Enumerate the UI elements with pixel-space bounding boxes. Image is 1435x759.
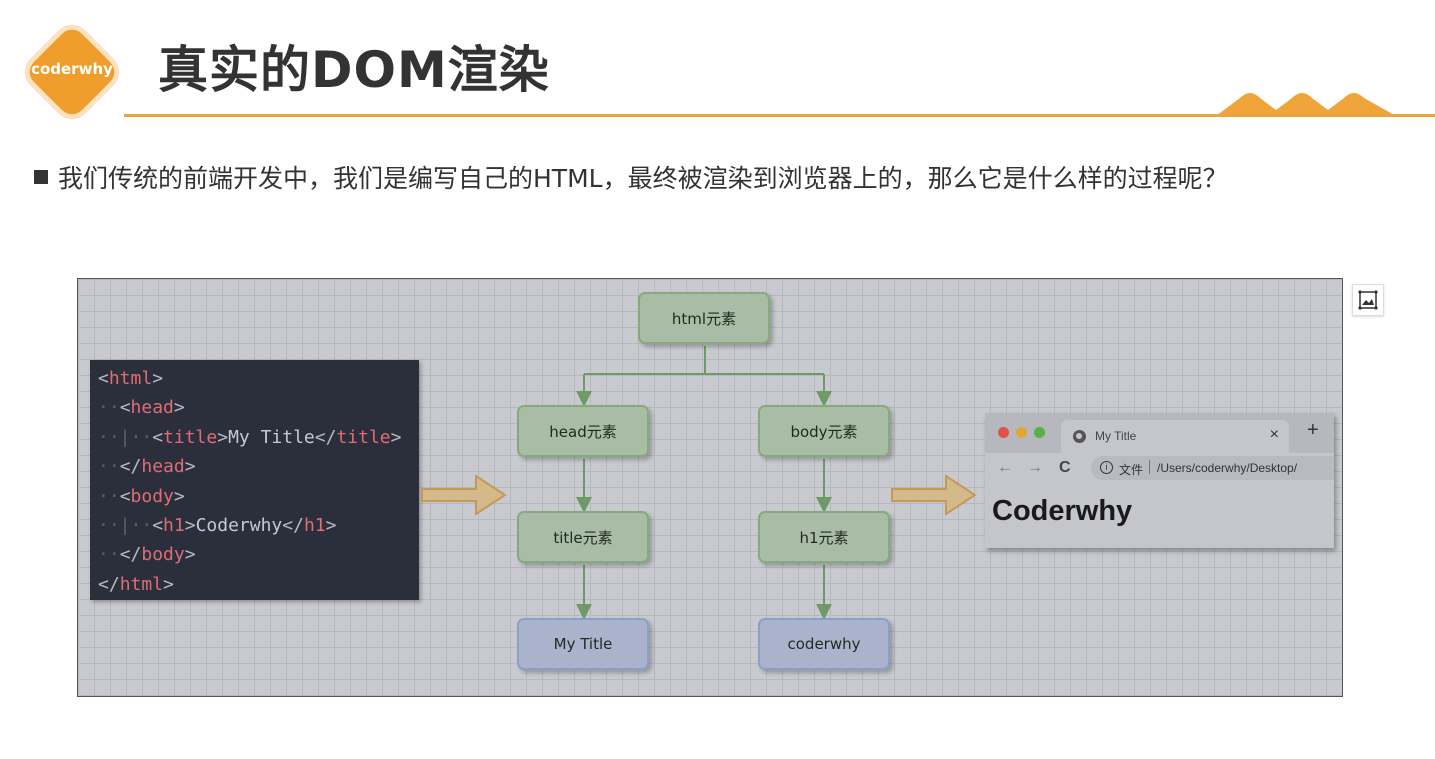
node-h1: h1元素 (758, 511, 890, 563)
address-bar: i 文件 /Users/coderwhy/Desktop/ (1091, 456, 1334, 480)
info-icon: i (1100, 461, 1113, 474)
address-url: /Users/coderwhy/Desktop/ (1157, 461, 1298, 475)
close-window-dot (998, 427, 1009, 438)
node-body: body元素 (758, 405, 890, 457)
logo-text: coderwhy (31, 60, 113, 78)
browser-content-heading: Coderwhy (992, 495, 1133, 527)
minimize-window-dot (1016, 427, 1027, 438)
decorative-waves (1216, 93, 1396, 116)
node-h1-text: coderwhy (758, 618, 890, 670)
node-title-text: My Title (517, 618, 649, 670)
node-title: title元素 (517, 511, 649, 563)
arrow-code-to-tree (421, 474, 507, 516)
browser-window: My Title × + ← → C i 文件 /Users/coderwhy/… (985, 413, 1334, 548)
bullet-point: 我们传统的前端开发中，我们是编写自己的HTML，最终被渲染到浏览器上的，那么它是… (34, 161, 1228, 193)
forward-arrow-icon: → (1027, 459, 1043, 476)
tab-title: My Title (1095, 429, 1137, 443)
browser-address-row: ← → C i 文件 /Users/coderwhy/Desktop/ (985, 453, 1334, 485)
tab-close-icon: × (1269, 426, 1279, 443)
maximize-window-dot (1034, 427, 1045, 438)
node-head: head元素 (517, 405, 649, 457)
browser-tab: My Title × (1061, 420, 1289, 453)
bullet-text: 我们传统的前端开发中，我们是编写自己的HTML，最终被渲染到浏览器上的，那么它是… (58, 164, 1228, 193)
page-title: 真实的DOM渲染 (158, 41, 550, 99)
reload-icon: C (1059, 459, 1071, 476)
globe-icon (1073, 430, 1086, 443)
bullet-square-icon (34, 170, 48, 184)
dom-render-figure: <html> ··<head> ··|··<title>My Title</ti… (77, 278, 1343, 697)
address-separator (1149, 460, 1150, 474)
back-arrow-icon: ← (997, 459, 1013, 476)
node-html: html元素 (638, 292, 770, 344)
header-divider (124, 114, 1435, 117)
image-expand-icon[interactable] (1352, 284, 1384, 316)
arrow-tree-to-browser (891, 474, 977, 516)
new-tab-icon: + (1307, 419, 1319, 441)
browser-tabbar: My Title × + (985, 413, 1334, 453)
logo: coderwhy (23, 23, 121, 121)
address-label: 文件 (1119, 463, 1144, 477)
